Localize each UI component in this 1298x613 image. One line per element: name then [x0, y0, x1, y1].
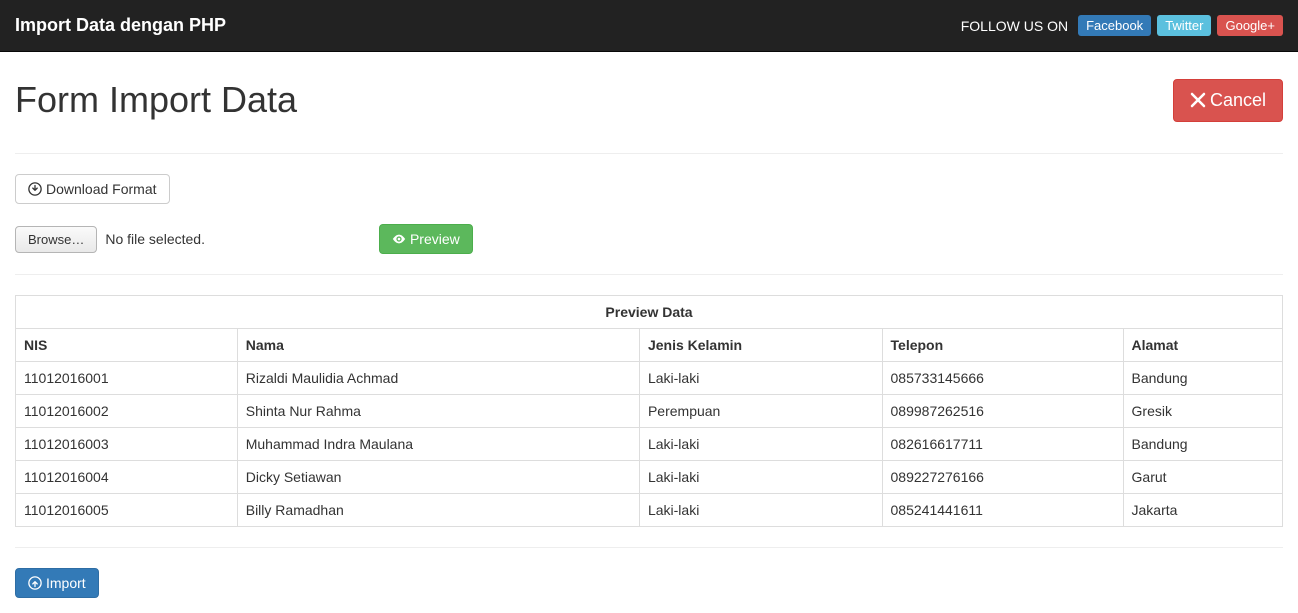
table-cell: Rizaldi Maulidia Achmad — [237, 362, 639, 395]
preview-table-caption-row: Preview Data — [16, 296, 1283, 329]
table-cell: Laki-laki — [639, 428, 882, 461]
file-status-text: No file selected. — [105, 231, 205, 247]
table-cell: Billy Ramadhan — [237, 494, 639, 527]
table-cell: Laki-laki — [639, 461, 882, 494]
page-title: Form Import Data — [15, 79, 297, 121]
table-cell: 11012016003 — [16, 428, 238, 461]
table-cell: Jakarta — [1123, 494, 1282, 527]
preview-table-caption: Preview Data — [16, 296, 1283, 329]
table-row: 11012016004Dicky SetiawanLaki-laki089227… — [16, 461, 1283, 494]
navbar: Import Data dengan PHP FOLLOW US ON Face… — [0, 0, 1298, 52]
table-cell: 085241441611 — [882, 494, 1123, 527]
table-cell: Garut — [1123, 461, 1282, 494]
divider-1 — [15, 153, 1283, 154]
table-row: 11012016001Rizaldi Maulidia AchmadLaki-l… — [16, 362, 1283, 395]
preview-table-head: Preview Data NISNamaJenis KelaminTelepon… — [16, 296, 1283, 362]
table-column-header: Jenis Kelamin — [639, 329, 882, 362]
table-row: 11012016003Muhammad Indra MaulanaLaki-la… — [16, 428, 1283, 461]
table-column-header: Alamat — [1123, 329, 1282, 362]
preview-button[interactable]: Preview — [379, 224, 473, 254]
table-cell: 11012016001 — [16, 362, 238, 395]
table-cell: Gresik — [1123, 395, 1282, 428]
table-column-header: Nama — [237, 329, 639, 362]
preview-table-body: 11012016001Rizaldi Maulidia AchmadLaki-l… — [16, 362, 1283, 527]
download-icon — [28, 182, 42, 196]
page-header-row: Form Import Data Cancel — [15, 67, 1283, 133]
navbar-brand[interactable]: Import Data dengan PHP — [15, 0, 226, 51]
close-icon — [1190, 92, 1206, 108]
cancel-button[interactable]: Cancel — [1173, 79, 1283, 122]
facebook-link[interactable]: Facebook — [1078, 15, 1151, 36]
table-cell: 085733145666 — [882, 362, 1123, 395]
eye-icon — [392, 232, 406, 246]
download-format-label: Download Format — [46, 181, 157, 197]
preview-table: Preview Data NISNamaJenis KelaminTelepon… — [15, 295, 1283, 527]
table-cell: 089987262516 — [882, 395, 1123, 428]
import-button[interactable]: Import — [15, 568, 99, 598]
upload-icon — [28, 576, 42, 590]
navbar-right: FOLLOW US ON Facebook Twitter Google+ — [961, 15, 1283, 36]
table-cell: 11012016005 — [16, 494, 238, 527]
table-cell: Dicky Setiawan — [237, 461, 639, 494]
table-cell: Shinta Nur Rahma — [237, 395, 639, 428]
table-cell: Muhammad Indra Maulana — [237, 428, 639, 461]
download-format-button[interactable]: Download Format — [15, 174, 170, 204]
follow-us-text: FOLLOW US ON — [961, 18, 1068, 34]
table-cell: 11012016004 — [16, 461, 238, 494]
google-plus-link[interactable]: Google+ — [1217, 15, 1283, 36]
twitter-link[interactable]: Twitter — [1157, 15, 1211, 36]
divider-2 — [15, 274, 1283, 275]
cancel-button-label: Cancel — [1210, 90, 1266, 111]
table-cell: 11012016002 — [16, 395, 238, 428]
table-column-header: NIS — [16, 329, 238, 362]
preview-button-label: Preview — [410, 231, 460, 247]
table-cell: Bandung — [1123, 362, 1282, 395]
table-column-header: Telepon — [882, 329, 1123, 362]
file-form-row: Browse… No file selected. Preview — [15, 224, 1283, 254]
table-cell: Laki-laki — [639, 494, 882, 527]
table-cell: Bandung — [1123, 428, 1282, 461]
table-cell: Perempuan — [639, 395, 882, 428]
table-row: 11012016002Shinta Nur RahmaPerempuan0899… — [16, 395, 1283, 428]
divider-3 — [15, 547, 1283, 548]
browse-button[interactable]: Browse… — [15, 226, 97, 253]
table-cell: Laki-laki — [639, 362, 882, 395]
file-input-wrapper: Browse… No file selected. — [15, 226, 205, 253]
main-container: Form Import Data Cancel Download Format … — [0, 52, 1298, 613]
table-row: 11012016005Billy RamadhanLaki-laki085241… — [16, 494, 1283, 527]
table-cell: 089227276166 — [882, 461, 1123, 494]
preview-table-header-row: NISNamaJenis KelaminTeleponAlamat — [16, 329, 1283, 362]
import-button-label: Import — [46, 575, 86, 591]
table-cell: 082616617711 — [882, 428, 1123, 461]
